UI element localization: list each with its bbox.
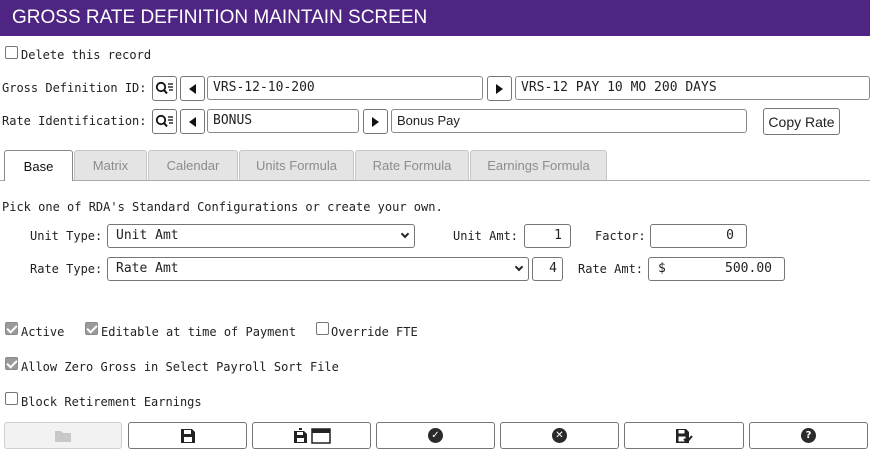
rate-identification-lookup-button[interactable] [152,109,177,134]
rate-identification-id-field[interactable]: BONUS [207,109,359,133]
folder-icon [55,430,71,442]
rate-amt-field[interactable]: $ 500.00 [648,257,785,281]
factor-label: Factor: [595,229,646,243]
rate-identification-label: Rate Identification: [2,114,147,128]
tab-divider [0,180,870,181]
accept-button[interactable]: ✓ [376,422,495,449]
gross-definition-id-field[interactable]: VRS-12-10-200 [207,76,483,100]
gross-definition-next-button[interactable] [487,76,512,101]
lookup-icon [155,114,173,128]
gross-definition-label: Gross Definition ID: [2,81,147,95]
rate-type-select[interactable]: Rate Amt [107,257,529,281]
tab-units-formula[interactable]: Units Formula [239,150,354,180]
tab-matrix[interactable]: Matrix [74,150,147,180]
active-checkbox[interactable] [5,322,18,335]
gross-definition-description-field[interactable]: VRS-12 PAY 10 MO 200 DAYS [515,76,870,100]
save-check-icon [676,428,693,443]
rate-identification-next-button[interactable] [363,109,388,134]
delete-record-checkbox[interactable] [5,46,18,59]
override-fte-label: Override FTE [331,325,418,339]
unit-type-label: Unit Type: [30,229,103,243]
factor-field[interactable]: 0 [650,224,747,248]
chevron-down-icon [400,229,410,239]
currency-symbol: $ [658,261,666,276]
unit-amt-field[interactable]: 1 [524,224,571,248]
window-title: GROSS RATE DEFINITION MAINTAIN SCREEN [0,0,870,36]
editable-checkbox[interactable] [85,322,98,335]
unit-type-select[interactable]: Unit Amt [107,224,415,248]
rate-amt-label: Rate Amt: [578,262,644,276]
allow-zero-gross-checkbox[interactable] [5,357,18,370]
unit-amt-label: Unit Amt: [453,229,519,243]
save-and-new-icon [293,427,331,444]
delete-record-label: Delete this record [21,48,152,62]
active-label: Active [21,325,65,339]
rate-identification-prev-button[interactable] [180,109,205,134]
save-icon [180,428,195,443]
cancel-circle-icon: ✕ [552,428,567,443]
rate-identification-description-field[interactable]: Bonus Pay [391,109,747,133]
save-check-button[interactable] [624,422,744,449]
rate-type-value: Rate Amt [116,261,179,276]
help-button[interactable]: ? [749,422,868,449]
instructions-text: Pick one of RDA's Standard Configuration… [2,200,443,214]
arrow-left-icon [189,116,196,127]
cancel-button[interactable]: ✕ [500,422,619,449]
tab-rate-formula[interactable]: Rate Formula [355,150,469,180]
rate-type-code-field[interactable]: 4 [532,257,563,281]
allow-zero-gross-label: Allow Zero Gross in Select Payroll Sort … [21,360,339,374]
rate-amt-value: 500.00 [725,261,772,276]
editable-label: Editable at time of Payment [101,325,297,339]
help-icon: ? [801,428,816,443]
copy-rate-button[interactable]: Copy Rate [763,108,840,135]
arrow-right-icon [496,83,503,94]
gross-definition-lookup-button[interactable] [152,76,177,101]
block-retirement-checkbox[interactable] [5,392,18,405]
check-circle-icon: ✓ [428,428,443,443]
gross-definition-prev-button[interactable] [180,76,205,101]
chevron-down-icon [514,262,524,272]
save-button[interactable] [128,422,247,449]
rate-type-label: Rate Type: [30,262,103,276]
arrow-right-icon [372,116,379,127]
open-folder-button[interactable] [4,422,122,449]
tab-earnings-formula[interactable]: Earnings Formula [470,150,607,180]
tab-calendar[interactable]: Calendar [148,150,238,180]
unit-type-value: Unit Amt [116,228,179,243]
save-and-new-button[interactable] [252,422,371,449]
block-retirement-label: Block Retirement Earnings [21,395,202,409]
arrow-left-icon [189,83,196,94]
lookup-icon [155,81,173,95]
tab-base[interactable]: Base [4,150,73,181]
override-fte-checkbox[interactable] [316,322,329,335]
